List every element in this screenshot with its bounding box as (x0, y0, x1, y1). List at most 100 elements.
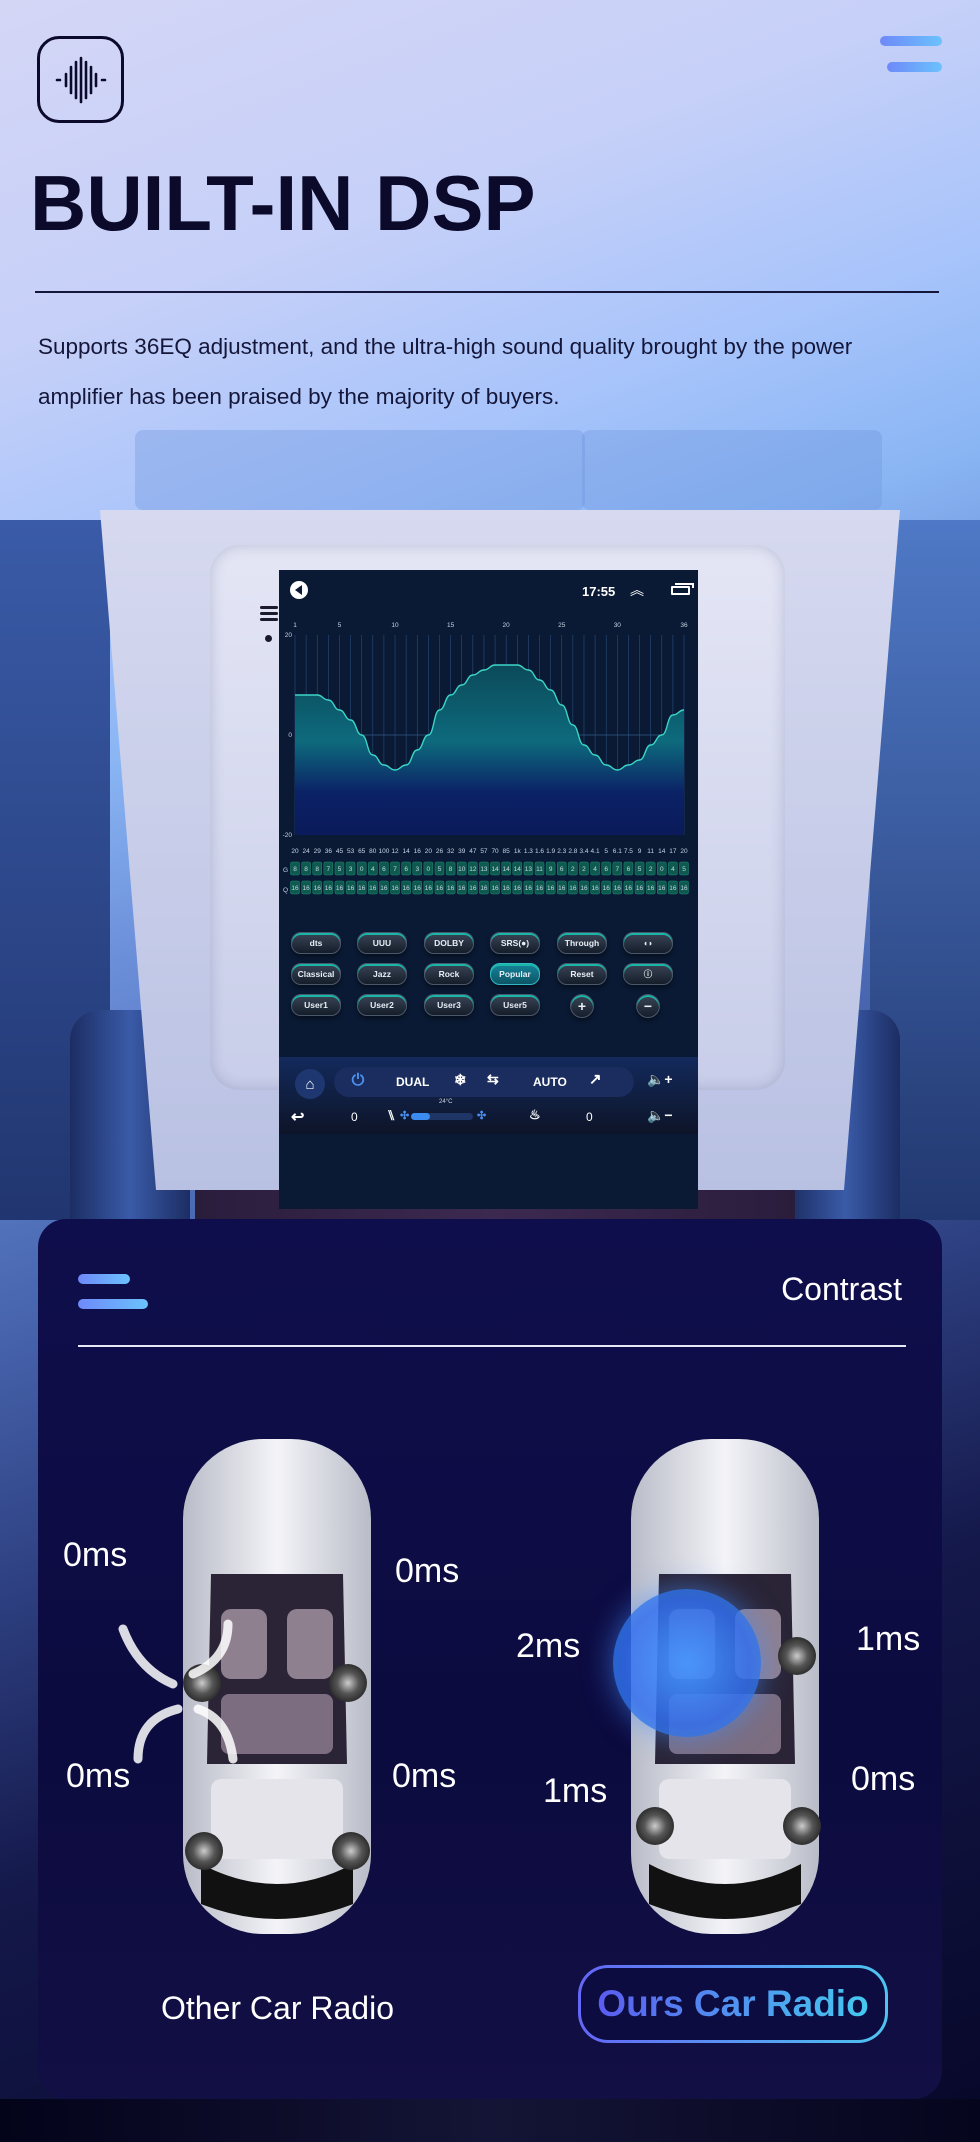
eq-gain-value: 2 (571, 866, 575, 873)
delay-rear-right: 0ms (392, 1757, 457, 1795)
eq-frequency-label: 17 (669, 848, 677, 855)
eq-q-value: 16 (380, 885, 388, 892)
preset-button-user3[interactable]: User3 (424, 994, 474, 1016)
fan-low-icon[interactable]: ✣ (400, 1109, 409, 1122)
seat-heat-icon[interactable]: ♨ (529, 1107, 541, 1123)
eq-curve-fill (295, 665, 684, 835)
airflow-icon[interactable]: ↗ (589, 1070, 602, 1088)
preset-button-popular[interactable]: Popular (490, 963, 540, 985)
recent-apps-icon[interactable] (671, 583, 694, 595)
ours-car-radio-button[interactable]: Ours Car Radio (578, 1965, 888, 2043)
eq-q-value: 16 (647, 885, 655, 892)
preset-button-through[interactable]: Through (557, 932, 607, 954)
volume-up-icon[interactable]: 🔈+ (647, 1071, 673, 1088)
power-icon[interactable]: ⏻ (348, 1071, 368, 1091)
page-title: BUILT-IN DSP (30, 159, 536, 247)
eq-frequency-label: 14 (403, 848, 411, 855)
volume-down-icon[interactable]: 🔈− (647, 1107, 673, 1124)
eq-frequency-label: 70 (491, 848, 499, 855)
eq-frequency-label: 2.3 (557, 848, 566, 855)
recirculate-icon[interactable]: ⇆ (487, 1071, 499, 1088)
eq-band-number: 5 (338, 622, 342, 629)
delay-rear-right: 0ms (851, 1760, 916, 1798)
eq-gain-value: 8 (315, 866, 319, 873)
home-icon[interactable]: ⌂ (295, 1069, 325, 1099)
eq-frequency-label: 3.4 (579, 848, 588, 855)
eq-q-value: 16 (358, 885, 366, 892)
fan-high-icon[interactable]: ✣ (477, 1109, 486, 1122)
mic-icon (265, 635, 272, 642)
eq-frequency-label: 85 (503, 848, 511, 855)
back-icon[interactable]: ↩ (291, 1107, 304, 1127)
eq-q-value: 16 (458, 885, 466, 892)
eq-q-value: 16 (514, 885, 522, 892)
preset-button-[interactable]: + (570, 994, 594, 1018)
speaker-front-right (329, 1664, 367, 1702)
eq-frequency-label: 47 (469, 848, 477, 855)
dual-button[interactable]: DUAL (396, 1075, 429, 1089)
eq-gain-value: 3 (415, 866, 419, 873)
eq-frequency-label: 57 (480, 848, 488, 855)
speaker-rear-left (636, 1807, 674, 1845)
eq-q-value: 16 (569, 885, 577, 892)
snowflake-icon[interactable]: ❄ (454, 1071, 467, 1089)
preset-button-classical[interactable]: Classical (291, 963, 341, 985)
status-bar: 17:55 ︽ (279, 570, 698, 610)
eq-gain-value: 14 (491, 866, 499, 873)
volume-back-icon[interactable] (290, 581, 308, 599)
eq-q-value: 16 (636, 885, 644, 892)
contrast-title: Contrast (781, 1271, 902, 1307)
eq-q-value: 16 (669, 885, 677, 892)
eq-q-value: 16 (336, 885, 344, 892)
fan-level (411, 1113, 430, 1120)
eq-q-value: 16 (525, 885, 533, 892)
head-unit-screen: 17:55 ︽ 1 5 10 15 20 25 30 36 20 0 -20 20 24 29 36 45… (279, 570, 698, 1209)
eq-gain-value: 9 (549, 866, 553, 873)
description: Supports 36EQ adjustment, and the ultra-… (38, 334, 853, 409)
clock: 17:55 (582, 584, 616, 599)
temperature: 24°C (439, 1099, 453, 1105)
air-vent (582, 430, 882, 510)
eq-chart[interactable]: 1 5 10 15 20 25 30 36 200-20 20 24 29 36 45 53 65 80 10… (279, 610, 698, 935)
preset-button-[interactable]: − (636, 994, 660, 1018)
eq-q-value: 16 (469, 885, 477, 892)
eq-gain-value: 7 (393, 866, 397, 873)
eq-gain-value: 11 (536, 866, 543, 873)
auto-button[interactable]: AUTO (533, 1075, 567, 1089)
eq-gain-value: 8 (304, 866, 308, 873)
climate-bar: ⌂ ⏻ DUAL ❄ ⇆ AUTO ↗ 🔈+ 24°C ↩ 0 ⑊ ✣ ✣ ♨ … (279, 1057, 698, 1134)
delay-front-right: 0ms (395, 1552, 460, 1590)
preset-button-srs[interactable]: SRS(●) (490, 932, 540, 954)
eq-frequency-label: 20 (425, 848, 433, 855)
eq-q-value: 16 (547, 885, 555, 892)
preset-button-user2[interactable]: User2 (357, 994, 407, 1016)
menu-icon[interactable] (880, 36, 942, 72)
hardware-menu-icon[interactable] (260, 606, 280, 622)
eq-frequency-label: 5 (604, 848, 608, 855)
eq-q-value: 16 (503, 885, 511, 892)
fan-slider[interactable] (411, 1113, 473, 1120)
preset-button-dolby[interactable]: DOLBY (424, 932, 474, 954)
eq-band-number: 15 (447, 622, 455, 629)
eq-frequency-label: 14 (658, 848, 666, 855)
eq-gain-value: 0 (660, 866, 664, 873)
eq-gain-value: 14 (503, 866, 511, 873)
seat-icon[interactable]: ⑊ (387, 1107, 395, 1123)
preset-button-uuu[interactable]: UUU (357, 932, 407, 954)
eq-gain-value: 0 (360, 866, 364, 873)
eq-band-number: 10 (391, 622, 399, 629)
eq-frequency-label: 53 (347, 848, 355, 855)
preset-button-dts[interactable]: dts (291, 932, 341, 954)
air-vent (135, 430, 585, 510)
gain-row-label: G (283, 867, 288, 874)
preset-button-[interactable]: ⓘ (623, 963, 673, 985)
preset-button-reset[interactable]: Reset (557, 963, 607, 985)
preset-button-user1[interactable]: User1 (291, 994, 341, 1016)
preset-button-user5[interactable]: User5 (490, 994, 540, 1016)
eq-y-tick: 20 (285, 632, 293, 639)
eq-q-value: 16 (603, 885, 611, 892)
preset-button-[interactable]: ◖◗ (623, 932, 673, 954)
preset-button-rock[interactable]: Rock (424, 963, 474, 985)
double-chevron-up-icon[interactable]: ︽ (630, 580, 644, 600)
preset-button-jazz[interactable]: Jazz (357, 963, 407, 985)
